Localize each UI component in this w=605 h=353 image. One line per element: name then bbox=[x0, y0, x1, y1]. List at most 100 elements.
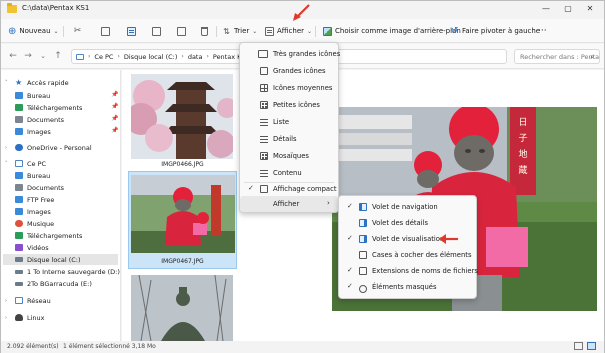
sidebar-item-images[interactable]: Images bbox=[15, 126, 51, 137]
file-name[interactable]: IMGP0467.JPG bbox=[129, 258, 236, 265]
sidebar-item-downloads[interactable]: Téléchargements bbox=[15, 102, 82, 113]
share-button[interactable] bbox=[177, 23, 186, 39]
sidebar-item-pc-downloads[interactable]: Téléchargements bbox=[15, 230, 82, 241]
checkbox-icon bbox=[359, 251, 367, 259]
sort-button[interactable]: ⇅ Trier ⌄ bbox=[222, 23, 257, 39]
navigation-pane: ˅ ★ Accès rapide Bureau 📌 Téléchargements … bbox=[1, 70, 121, 341]
breadcrumb-item[interactable]: Disque local (C:) bbox=[124, 53, 178, 61]
annotation-arrow-icon bbox=[293, 4, 310, 21]
close-button[interactable]: ✕ bbox=[579, 1, 601, 17]
menu-item-tiles[interactable]: Mosaïques bbox=[240, 148, 338, 164]
content-icon bbox=[260, 169, 268, 177]
image-icon bbox=[323, 26, 332, 36]
large-icons-icon bbox=[260, 67, 268, 75]
network-folder-icon bbox=[15, 196, 23, 203]
sidebar-item-local-disk[interactable]: Disque local (C:) bbox=[3, 254, 118, 265]
menu-item-list[interactable]: Liste bbox=[240, 114, 338, 130]
plus-icon: ⊕ bbox=[8, 25, 17, 37]
chevron-down-icon[interactable]: ⌄ bbox=[37, 52, 49, 60]
sidebar-item-pc-desktop[interactable]: Bureau bbox=[15, 170, 50, 181]
sidebar-item-videos[interactable]: Vidéos bbox=[15, 242, 49, 253]
more-button[interactable]: ··· bbox=[538, 23, 547, 39]
pin-icon: 📌 bbox=[111, 127, 119, 134]
sidebar-item-this-pc[interactable]: ˅ Ce PC bbox=[5, 158, 46, 169]
sidebar-item-documents[interactable]: Documents bbox=[15, 114, 64, 125]
menu-item-small-icons[interactable]: Petites icônes bbox=[240, 97, 338, 113]
set-background-label: Choisir comme image d'arrière-plan bbox=[335, 27, 461, 35]
view-button[interactable]: Afficher ⌄ bbox=[265, 23, 312, 39]
sidebar-item-pc-documents[interactable]: Documents bbox=[15, 182, 64, 193]
file-thumbnail-selected[interactable]: IMGP0467.JPG bbox=[128, 171, 237, 269]
breadcrumb-item[interactable]: data bbox=[188, 53, 203, 61]
copy-button[interactable] bbox=[101, 23, 110, 39]
maximize-button[interactable]: ▢ bbox=[557, 1, 579, 17]
network-icon bbox=[15, 297, 23, 304]
jizo-statue-photo bbox=[131, 175, 235, 253]
details-view-icon[interactable] bbox=[574, 342, 583, 350]
show-submenu: ✓ Volet de navigation Volet des détails ✓… bbox=[338, 195, 478, 299]
chevron-right-icon: › bbox=[327, 199, 330, 207]
menu-item-content[interactable]: Contenu bbox=[240, 165, 338, 181]
preview-pane-icon bbox=[359, 235, 367, 243]
item-count: 2.092 élément(s) bbox=[7, 343, 59, 350]
menu-item-hidden-items[interactable]: ✓ Éléments masqués bbox=[339, 279, 476, 295]
search-input[interactable]: Rechercher dans : Pentax KS1 ⌕ bbox=[514, 49, 600, 64]
selection-info: 1 élément sélectionné 3,18 Mo bbox=[63, 343, 156, 350]
sidebar-item-drive-e[interactable]: 2To BGarracuda (E:) bbox=[15, 278, 92, 289]
sidebar-item-ftp[interactable]: FTP Free bbox=[15, 194, 54, 205]
cut-button[interactable]: ✂ bbox=[73, 23, 82, 39]
menu-item-details-pane[interactable]: Volet des détails bbox=[339, 215, 476, 231]
menu-item-navigation-pane[interactable]: ✓ Volet de navigation bbox=[339, 199, 476, 215]
sort-label: Trier bbox=[234, 27, 250, 35]
share-icon bbox=[177, 26, 186, 36]
forward-arrow-icon[interactable]: → bbox=[22, 51, 34, 61]
tiles-icon bbox=[260, 152, 268, 160]
search-icon: ⌕ bbox=[590, 53, 594, 61]
breadcrumb-item[interactable]: Ce PC bbox=[94, 53, 113, 61]
menu-item-large-icons[interactable]: Grandes icônes bbox=[240, 63, 338, 79]
sidebar-item-onedrive[interactable]: › OneDrive - Personal bbox=[5, 142, 92, 153]
file-extension-icon bbox=[359, 267, 367, 275]
minimize-button[interactable]: — bbox=[535, 1, 557, 17]
back-arrow-icon[interactable]: ← bbox=[7, 51, 19, 61]
thumbnails-view-icon[interactable] bbox=[587, 342, 596, 350]
menu-item-medium-icons[interactable]: Icônes moyennes bbox=[240, 80, 338, 96]
desktop-icon bbox=[15, 92, 23, 99]
sidebar-item-pc-images[interactable]: Images bbox=[15, 206, 51, 217]
menu-item-show[interactable]: Afficher › bbox=[240, 196, 338, 212]
pictures-icon bbox=[15, 128, 23, 135]
menu-item-item-checkboxes[interactable]: Cases à cocher des éléments bbox=[339, 247, 476, 263]
menu-item-extra-large-icons[interactable]: Très grandes icônes bbox=[240, 46, 340, 62]
rename-button[interactable] bbox=[152, 23, 161, 39]
small-icons-icon bbox=[260, 101, 268, 109]
sidebar-item-network[interactable]: › Réseau bbox=[5, 295, 51, 306]
menu-item-details[interactable]: Détails bbox=[240, 131, 338, 147]
new-button[interactable]: ⊕ Nouveau ⌄ bbox=[8, 23, 59, 39]
sidebar-item-quick-access[interactable]: ˅ ★ Accès rapide bbox=[5, 77, 69, 88]
trash-icon bbox=[201, 26, 208, 36]
menu-item-compact-view[interactable]: ✓ Affichage compact bbox=[240, 181, 338, 197]
file-thumbnail[interactable] bbox=[131, 275, 233, 341]
svg-text:日: 日 bbox=[518, 117, 527, 128]
delete-button[interactable] bbox=[201, 23, 208, 39]
pin-icon: 📌 bbox=[111, 115, 119, 122]
set-background-button[interactable]: Choisir comme image d'arrière-plan bbox=[323, 23, 461, 39]
menu-item-file-extensions[interactable]: ✓ Extensions de noms de fichiers bbox=[339, 263, 478, 279]
sort-icon: ⇅ bbox=[223, 26, 230, 36]
sidebar-item-music[interactable]: Musique bbox=[15, 218, 54, 229]
up-arrow-icon[interactable]: ↑ bbox=[52, 51, 64, 61]
folder-icon bbox=[7, 3, 17, 13]
file-name[interactable]: IMGP0466.JPG bbox=[129, 161, 236, 168]
sidebar-item-linux[interactable]: › Linux bbox=[5, 312, 45, 323]
file-thumbnail[interactable] bbox=[131, 74, 233, 159]
search-placeholder: Rechercher dans : Pentax KS1 bbox=[520, 53, 600, 61]
star-icon: ★ bbox=[15, 78, 23, 87]
paste-button[interactable] bbox=[127, 23, 136, 39]
svg-text:地: 地 bbox=[518, 148, 527, 160]
rename-icon bbox=[152, 26, 161, 36]
chevron-down-icon: ⌄ bbox=[53, 27, 59, 35]
rotate-left-button[interactable]: ↺ Faire pivoter à gauche bbox=[450, 23, 540, 39]
sidebar-item-drive-d[interactable]: 1 To Interne sauvegarde (D:) bbox=[15, 266, 120, 277]
sidebar-item-desktop[interactable]: Bureau bbox=[15, 90, 50, 101]
details-pane-icon bbox=[359, 219, 367, 227]
